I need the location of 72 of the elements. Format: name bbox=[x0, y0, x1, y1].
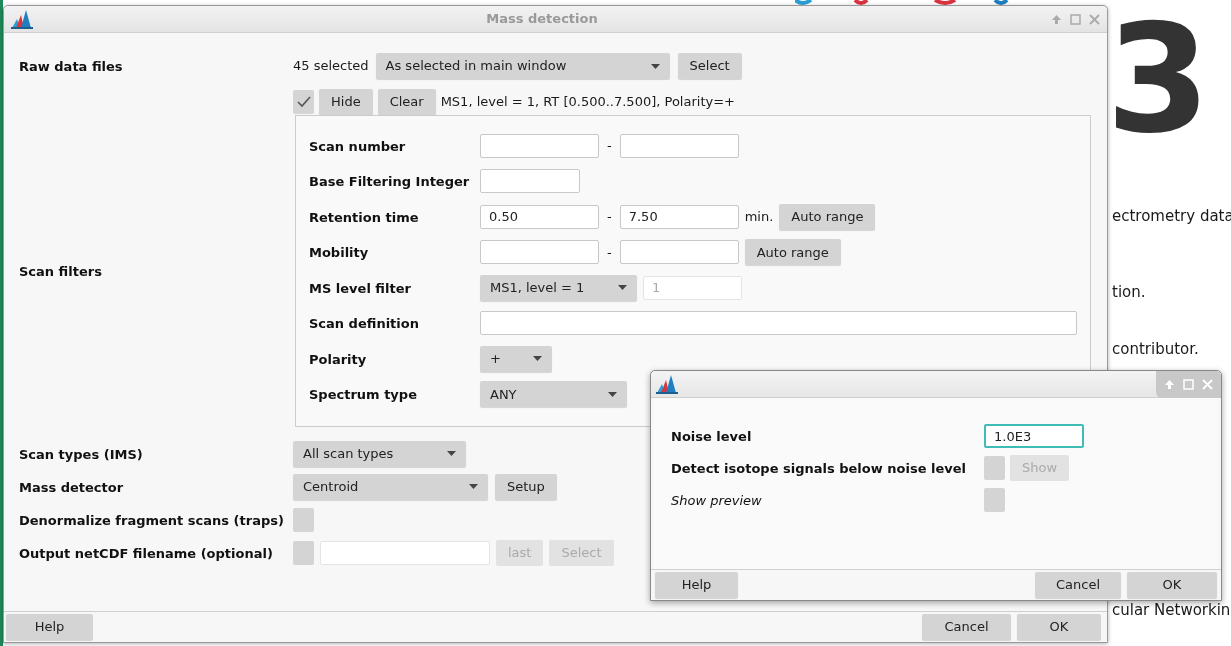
select-button[interactable]: Select bbox=[677, 53, 742, 79]
caret-icon bbox=[650, 63, 660, 69]
range-dash: - bbox=[606, 208, 613, 226]
ok-button[interactable]: OK bbox=[1127, 572, 1217, 598]
checkbox[interactable] bbox=[293, 507, 314, 532]
field-label: Scan number bbox=[309, 138, 406, 154]
auto-range-button[interactable]: Auto range bbox=[779, 203, 876, 230]
input-field[interactable]: 7.50 bbox=[619, 204, 739, 229]
checkbox[interactable] bbox=[984, 488, 1005, 512]
caret-icon bbox=[533, 356, 542, 362]
maximize-icon[interactable] bbox=[1070, 13, 1081, 25]
field-label: Scan types (IMS) bbox=[19, 446, 143, 462]
page-text: contributor. bbox=[1112, 339, 1199, 360]
dropdown[interactable]: All scan types bbox=[293, 440, 466, 467]
input-field[interactable] bbox=[480, 169, 580, 194]
help-button[interactable]: Help bbox=[6, 614, 93, 640]
input-field[interactable] bbox=[480, 240, 599, 265]
input-field[interactable] bbox=[619, 133, 739, 158]
input-field[interactable]: 1.0E3 bbox=[984, 424, 1084, 448]
auto-range-button[interactable]: Auto range bbox=[744, 239, 841, 266]
hide-button[interactable]: Hide bbox=[319, 89, 373, 115]
field-label: Scan definition bbox=[309, 316, 419, 332]
range-dash: - bbox=[606, 243, 613, 262]
filter-summary: MS1, level = 1, RT [0.500..7.500], Polarity=+ bbox=[440, 93, 735, 112]
field-label: Raw data files bbox=[19, 59, 123, 74]
field-label: Detect isotope signals below noise level bbox=[671, 461, 967, 476]
field-label: Spectrum type bbox=[309, 387, 417, 403]
input-field[interactable]: 0.50 bbox=[480, 204, 599, 229]
input-field[interactable] bbox=[619, 240, 739, 265]
clear-button[interactable]: Clear bbox=[377, 89, 436, 115]
field-label: Mass detector bbox=[19, 479, 124, 495]
field-label: Noise level bbox=[671, 429, 752, 444]
page-text: cular Networkin bbox=[1112, 603, 1231, 618]
window-title: Mass detection bbox=[485, 10, 599, 29]
help-button[interactable]: Help bbox=[655, 572, 738, 598]
caret-icon bbox=[618, 285, 627, 291]
dropdown[interactable]: ANY bbox=[480, 381, 627, 408]
dropdown[interactable]: Centroid bbox=[293, 473, 488, 500]
dropdown[interactable]: MS1, level = 1 bbox=[480, 274, 637, 301]
caret-icon bbox=[447, 451, 456, 456]
input-field[interactable] bbox=[320, 540, 490, 565]
cancel-button[interactable]: Cancel bbox=[1035, 572, 1121, 598]
field-label: Scan filters bbox=[19, 264, 102, 279]
dropdown[interactable]: As selected in main window bbox=[375, 53, 670, 79]
field-label: Retention time bbox=[309, 209, 419, 225]
checkbox[interactable] bbox=[293, 90, 314, 114]
close-icon[interactable] bbox=[1089, 13, 1100, 25]
input-field[interactable] bbox=[480, 133, 599, 158]
app-logo-icon bbox=[656, 374, 678, 394]
field-label: Output netCDF filename (optional) bbox=[19, 545, 273, 561]
unit-label: min. bbox=[744, 208, 774, 226]
range-dash: - bbox=[606, 137, 613, 155]
caret-icon bbox=[469, 484, 478, 489]
page-text: tion. bbox=[1112, 282, 1146, 303]
checkbox[interactable] bbox=[293, 540, 314, 565]
selection-count: 45 selected bbox=[293, 57, 369, 76]
setup-button[interactable]: Setup bbox=[495, 473, 557, 500]
input-field[interactable] bbox=[480, 311, 1077, 336]
ok-button[interactable]: OK bbox=[1017, 614, 1101, 640]
field-label: Polarity bbox=[309, 351, 367, 367]
field-label: Base Filtering Integer bbox=[309, 174, 470, 190]
field-label: Mobility bbox=[309, 245, 369, 261]
checkmark-icon bbox=[296, 96, 311, 108]
logo-text: 3 bbox=[1106, 4, 1211, 154]
field-label: Show preview bbox=[671, 493, 762, 508]
field-label: MS level filter bbox=[309, 280, 411, 296]
field-label: Denormalize fragment scans (traps) bbox=[19, 512, 284, 528]
dropdown[interactable]: + bbox=[480, 345, 552, 372]
checkbox[interactable] bbox=[984, 456, 1005, 480]
caret-icon bbox=[608, 391, 617, 397]
cancel-button[interactable]: Cancel bbox=[922, 614, 1011, 640]
app-logo-icon bbox=[11, 9, 33, 29]
